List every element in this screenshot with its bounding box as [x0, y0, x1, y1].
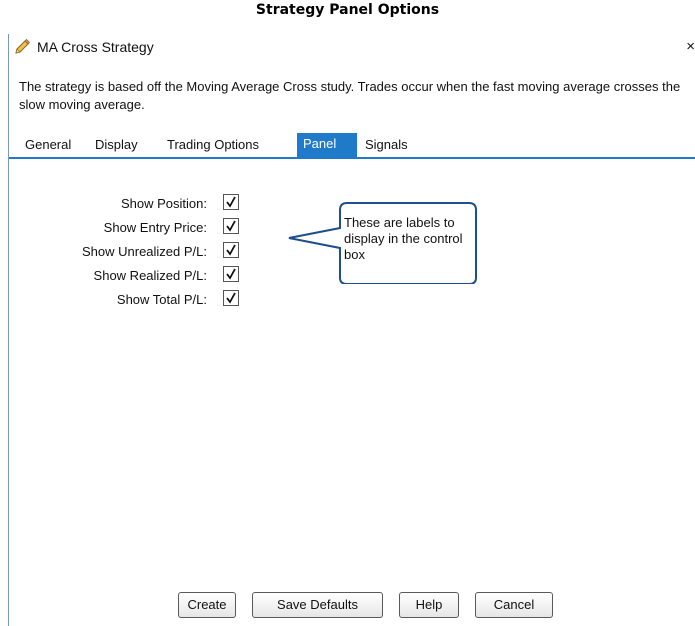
strategy-dialog: MA Cross Strategy × The strategy is base…: [8, 34, 695, 626]
show-unrealized-pl-checkbox[interactable]: [223, 242, 239, 258]
show-realized-pl-checkbox[interactable]: [223, 266, 239, 282]
checkmark-icon: [226, 196, 236, 208]
tab-trading-options[interactable]: Trading Options: [161, 135, 265, 157]
option-label: Show Entry Price:: [103, 220, 207, 235]
checkmark-icon: [226, 220, 236, 232]
close-icon[interactable]: ×: [686, 38, 695, 55]
title-bar: MA Cross Strategy ×: [9, 34, 695, 60]
save-defaults-button[interactable]: Save Defaults: [252, 592, 383, 618]
option-label: Show Total P/L:: [116, 292, 207, 307]
checkmark-icon: [226, 268, 236, 280]
tab-bar: General Display Trading Options Panel Si…: [9, 132, 695, 159]
strategy-description: The strategy is based off the Moving Ave…: [19, 79, 681, 112]
callout-text: These are labels to display in the contr…: [344, 215, 463, 262]
tab-panel[interactable]: Panel: [297, 133, 357, 157]
option-show-position: Show Position:: [9, 194, 239, 214]
show-position-checkbox[interactable]: [223, 194, 239, 210]
cancel-button[interactable]: Cancel: [475, 592, 553, 618]
checkmark-icon: [226, 244, 236, 256]
tab-display[interactable]: Display: [89, 135, 144, 157]
show-total-pl-checkbox[interactable]: [223, 290, 239, 306]
option-label: Show Unrealized P/L:: [81, 244, 207, 259]
show-entry-price-checkbox[interactable]: [223, 218, 239, 234]
option-label: Show Position:: [121, 196, 207, 211]
tab-general[interactable]: General: [19, 135, 77, 157]
tab-signals[interactable]: Signals: [359, 135, 414, 157]
create-button[interactable]: Create: [178, 592, 236, 618]
option-show-realized-pl: Show Realized P/L:: [9, 266, 239, 286]
checkmark-icon: [226, 292, 236, 304]
button-row: Create Save Defaults Help Cancel: [9, 592, 695, 618]
window-title: MA Cross Strategy: [37, 39, 154, 55]
option-label: Show Realized P/L:: [93, 268, 207, 283]
option-show-unrealized-pl: Show Unrealized P/L:: [9, 242, 239, 262]
figure-caption: Strategy Panel Options: [255, 2, 440, 18]
option-show-entry-price: Show Entry Price:: [9, 218, 239, 238]
help-button[interactable]: Help: [399, 592, 459, 618]
option-show-total-pl: Show Total P/L:: [9, 290, 239, 310]
pencil-icon: [13, 38, 31, 56]
